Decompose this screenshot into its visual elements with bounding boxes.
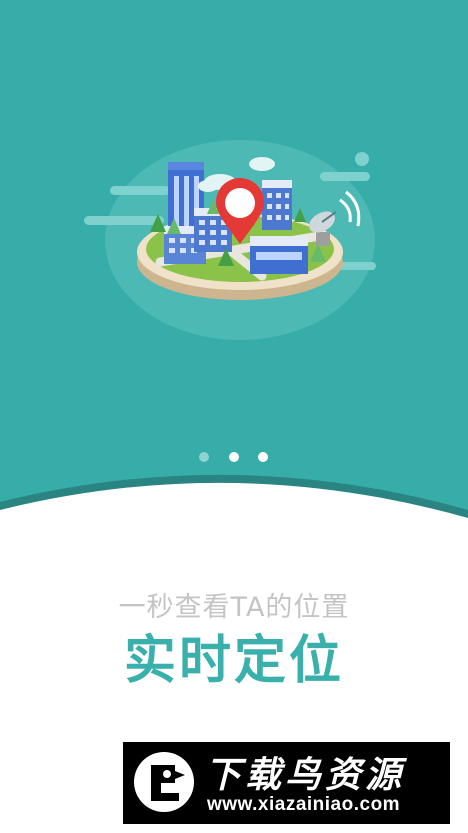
page-indicator <box>0 450 468 464</box>
feature-headline: 实时定位 <box>123 631 344 691</box>
page-indicator-dot-2[interactable] <box>229 452 239 462</box>
bird-logo-icon <box>134 752 194 812</box>
watermark-title: 下载鸟资源 <box>205 755 406 796</box>
watermark-url: www.xiazainiao.com <box>207 794 401 815</box>
onboarding-screen[interactable]: 一秒查看TA的位置 实时定位 下载鸟资源 www.xiazainiao.com <box>0 0 468 833</box>
page-indicator-dot-3[interactable] <box>258 452 268 462</box>
watermark-banner: 下载鸟资源 www.xiazainiao.com <box>123 742 450 824</box>
page-indicator-dot-1[interactable] <box>199 452 209 462</box>
